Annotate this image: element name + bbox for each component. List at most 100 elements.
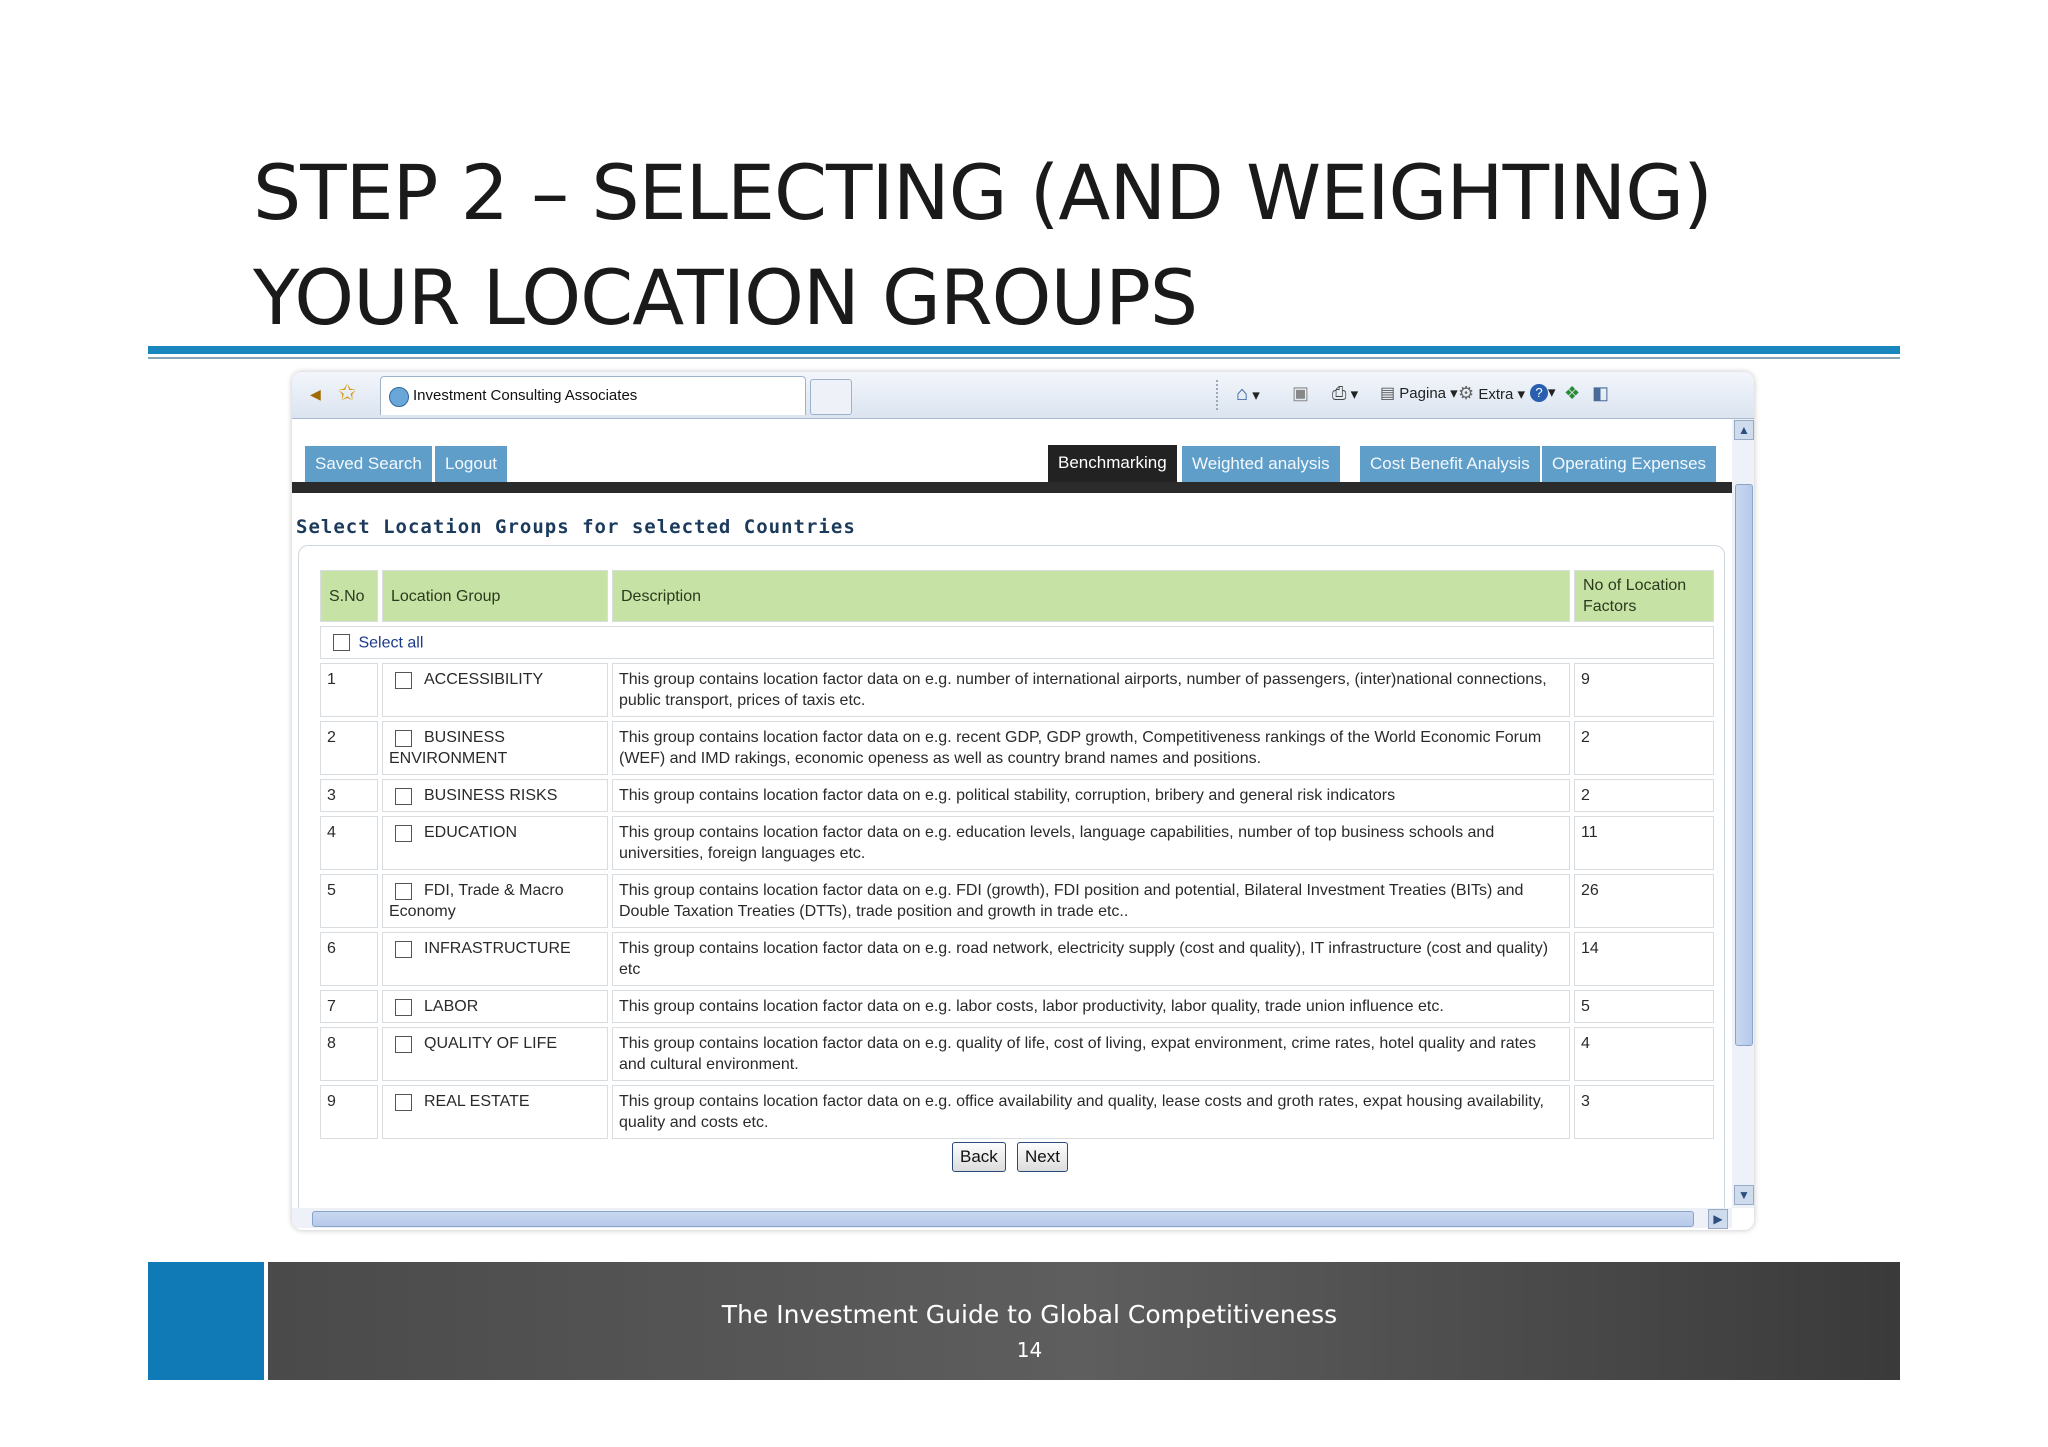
row-factor-count: 4 (1574, 1027, 1714, 1082)
row-description: This group contains location factor data… (612, 874, 1570, 929)
table-row: 7 LABOR This group contains location fac… (320, 990, 1714, 1024)
row-group-cell: BUSINESS ENVIRONMENT (382, 721, 608, 776)
header-description: Description (612, 570, 1570, 622)
row-description: This group contains location factor data… (612, 932, 1570, 987)
toolbar-separator (1216, 380, 1218, 410)
row-description: This group contains location factor data… (612, 1027, 1570, 1082)
tab-operating-expenses[interactable]: Operating Expenses (1542, 446, 1717, 482)
home-icon[interactable]: ⌂ ▾ (1236, 383, 1260, 406)
row-number: 6 (320, 932, 378, 987)
row-group-label: LABOR (424, 998, 479, 1016)
research-icon[interactable]: ❖ (1564, 383, 1580, 404)
row-group-cell: QUALITY OF LIFE (382, 1027, 608, 1082)
addons-icon[interactable]: ◧ (1592, 383, 1609, 404)
row-number: 5 (320, 874, 378, 929)
extra-menu[interactable]: ⚙ Extra ▾ (1458, 383, 1525, 404)
table-row: 4 EDUCATION This group contains location… (320, 816, 1714, 871)
table-row: 1 ACCESSIBILITY This group contains loca… (320, 663, 1714, 718)
nav-logout[interactable]: Logout (435, 446, 507, 482)
title-rule-thin (148, 357, 1900, 359)
row-number: 9 (320, 1085, 378, 1140)
print-icon[interactable]: ⎙ ▾ (1332, 383, 1358, 404)
row-checkbox[interactable] (395, 940, 412, 958)
row-group-label: FDI, Trade & Macro Economy (389, 882, 564, 921)
row-number: 7 (320, 990, 378, 1024)
site-nav: Saved Search Logout Benchmarking Weighte… (292, 419, 1732, 495)
table-row: 8 QUALITY OF LIFE This group contains lo… (320, 1027, 1714, 1082)
row-description: This group contains location factor data… (612, 990, 1570, 1024)
page-menu-label: Pagina (1399, 385, 1447, 402)
row-group-label: INFRASTRUCTURE (424, 940, 571, 958)
header-location-group: Location Group (382, 570, 608, 622)
row-factor-count: 26 (1574, 874, 1714, 929)
row-description: This group contains location factor data… (612, 663, 1570, 718)
browser-toolbar: ◀ ✩ Investment Consulting Associates ⌂ ▾… (292, 372, 1754, 419)
table-row: 3 BUSINESS RISKS This group contains loc… (320, 779, 1714, 813)
row-checkbox[interactable] (395, 824, 412, 842)
title-rule (148, 346, 1900, 354)
vertical-scrollbar[interactable]: ▲ ▼ (1732, 419, 1754, 1208)
slide-title-line1: STEP 2 – SELECTING (AND WEIGHTING) (253, 148, 1713, 237)
vertical-scroll-thumb[interactable] (1735, 484, 1753, 1046)
scroll-up-arrow-icon[interactable]: ▲ (1734, 420, 1754, 440)
row-checkbox[interactable] (395, 1093, 412, 1111)
row-number: 8 (320, 1027, 378, 1082)
row-checkbox[interactable] (395, 998, 412, 1016)
next-button[interactable]: Next (1017, 1142, 1068, 1172)
table-row: 2 BUSINESS ENVIRONMENT This group contai… (320, 721, 1714, 776)
table-row: 6 INFRASTRUCTURE This group contains loc… (320, 932, 1714, 987)
favorites-star-icon[interactable]: ✩ (338, 380, 356, 406)
row-group-cell: EDUCATION (382, 816, 608, 871)
row-number: 3 (320, 779, 378, 813)
row-description: This group contains location factor data… (612, 779, 1570, 813)
browser-window: ◀ ✩ Investment Consulting Associates ⌂ ▾… (292, 372, 1754, 1230)
select-all-label[interactable]: Select all (358, 634, 423, 651)
table-row: 9 REAL ESTATE This group contains locati… (320, 1085, 1714, 1140)
row-factor-count: 14 (1574, 932, 1714, 987)
help-icon[interactable]: ? ▾ (1530, 383, 1556, 402)
row-group-label: ACCESSIBILITY (424, 671, 544, 689)
row-number: 1 (320, 663, 378, 718)
select-all-checkbox[interactable] (333, 634, 350, 652)
row-factor-count: 5 (1574, 990, 1714, 1024)
horizontal-scrollbar[interactable]: ▶ (292, 1208, 1732, 1229)
row-checkbox[interactable] (395, 787, 412, 805)
row-number: 2 (320, 721, 378, 776)
tab-weighted-analysis[interactable]: Weighted analysis (1182, 446, 1340, 482)
extra-menu-label: Extra (1478, 386, 1514, 403)
scroll-down-arrow-icon[interactable]: ▼ (1734, 1185, 1754, 1205)
row-group-cell: REAL ESTATE (382, 1085, 608, 1140)
row-description: This group contains location factor data… (612, 1085, 1570, 1140)
row-group-label: BUSINESS RISKS (424, 787, 558, 805)
row-checkbox[interactable] (395, 882, 412, 900)
row-group-cell: FDI, Trade & Macro Economy (382, 874, 608, 929)
select-all-row: Select all (320, 626, 1714, 660)
row-checkbox[interactable] (395, 671, 412, 689)
back-button[interactable]: Back (952, 1142, 1006, 1172)
row-checkbox[interactable] (395, 1035, 412, 1053)
feeds-icon[interactable]: ▣ (1292, 383, 1309, 404)
page-menu[interactable]: ▤ Pagina ▾ (1380, 383, 1458, 403)
horizontal-scroll-thumb[interactable] (312, 1211, 1694, 1227)
gear-icon: ⚙ (1458, 383, 1475, 403)
browser-tab[interactable]: Investment Consulting Associates (380, 376, 806, 415)
footer-accent-block (148, 1262, 264, 1380)
row-factor-count: 9 (1574, 663, 1714, 718)
location-groups-table: S.No Location Group Description No of Lo… (316, 566, 1718, 1143)
back-arrow-icon[interactable]: ◀ (310, 386, 321, 403)
scroll-right-arrow-icon[interactable]: ▶ (1708, 1209, 1728, 1229)
new-tab-button[interactable] (810, 379, 852, 415)
tab-benchmarking[interactable]: Benchmarking (1048, 445, 1177, 483)
location-groups-panel: S.No Location Group Description No of Lo… (298, 545, 1725, 1217)
header-sno: S.No (320, 570, 378, 622)
web-page: Saved Search Logout Benchmarking Weighte… (292, 419, 1732, 1217)
tab-cost-benefit-analysis[interactable]: Cost Benefit Analysis (1360, 446, 1540, 482)
row-description: This group contains location factor data… (612, 816, 1570, 871)
nav-saved-search[interactable]: Saved Search (305, 446, 432, 482)
row-group-label: EDUCATION (424, 824, 518, 842)
row-factor-count: 2 (1574, 779, 1714, 813)
row-checkbox[interactable] (395, 729, 412, 747)
header-factor-count: No of Location Factors (1574, 570, 1714, 622)
row-description: This group contains location factor data… (612, 721, 1570, 776)
row-group-label: QUALITY OF LIFE (424, 1035, 558, 1053)
